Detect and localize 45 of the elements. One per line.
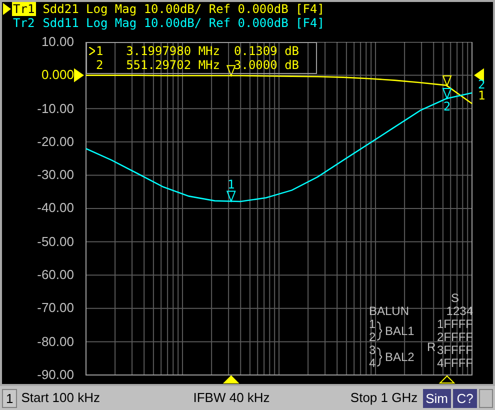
marker-number: 1 xyxy=(96,44,104,58)
brace-icon xyxy=(377,321,382,341)
marker-frequency: 551.29702 MHz xyxy=(125,58,220,72)
trace-tab[interactable]: Tr2 xyxy=(12,16,36,30)
scale-label: -90.00 xyxy=(37,366,74,383)
status-field xyxy=(479,388,493,408)
marker-value: 3.0000 dB xyxy=(234,58,300,72)
marker-number: 2 xyxy=(96,58,104,72)
reference-arrow-icon xyxy=(74,68,84,82)
scale-label: -30.00 xyxy=(37,167,74,184)
scale-label: -80.00 xyxy=(37,334,74,350)
marker-value: 0.1309 dB xyxy=(234,44,300,58)
marker-label: 2 xyxy=(443,99,451,114)
balanced-port-label: BAL1 xyxy=(385,324,414,338)
marker-frequency: 3.1997980 MHz xyxy=(125,44,220,58)
status-indicator: C? xyxy=(453,388,477,408)
trace-setting: Sdd21 Log Mag 10.00dB/ Ref 0.000dB [F4] xyxy=(42,2,324,16)
if-bandwidth: IFBW 40 kHz xyxy=(193,389,270,408)
scale-label: 10.00 xyxy=(41,34,74,50)
trace-setting: Sdd11 Log Mag 10.00dB/ Ref 0.000dB [F4] xyxy=(42,16,324,30)
channel-number: 1 xyxy=(2,388,18,408)
brace-icon xyxy=(377,347,382,367)
marker-icon xyxy=(226,190,236,203)
port-number: 3 xyxy=(369,344,377,357)
port-number: 2 xyxy=(369,331,377,344)
port-number: 1 xyxy=(369,318,377,331)
marker-label: 1 xyxy=(228,177,235,192)
scale-label: -40.00 xyxy=(37,200,74,216)
s-parameter-header: S xyxy=(450,292,459,305)
reference-label: R xyxy=(427,341,436,354)
stop-frequency: Stop 1 GHz xyxy=(350,389,418,408)
scale-label: 0.000 xyxy=(41,67,74,84)
marker-icon xyxy=(442,88,452,100)
scale-label: -10.00 xyxy=(37,100,74,117)
marker-icon xyxy=(226,65,236,77)
marker-icon xyxy=(442,75,452,88)
scale-label: -20.00 xyxy=(37,134,74,150)
status-indicator: Sim xyxy=(422,388,451,408)
scale-label: -60.00 xyxy=(37,267,74,284)
scale-label: -70.00 xyxy=(37,300,74,316)
start-frequency: Start 100 kHz xyxy=(21,389,101,408)
scale-label: -50.00 xyxy=(37,234,74,250)
balun-title: BALUN xyxy=(369,305,410,318)
balanced-port-label: BAL2 xyxy=(385,350,414,364)
port-number: 4 xyxy=(369,357,377,370)
